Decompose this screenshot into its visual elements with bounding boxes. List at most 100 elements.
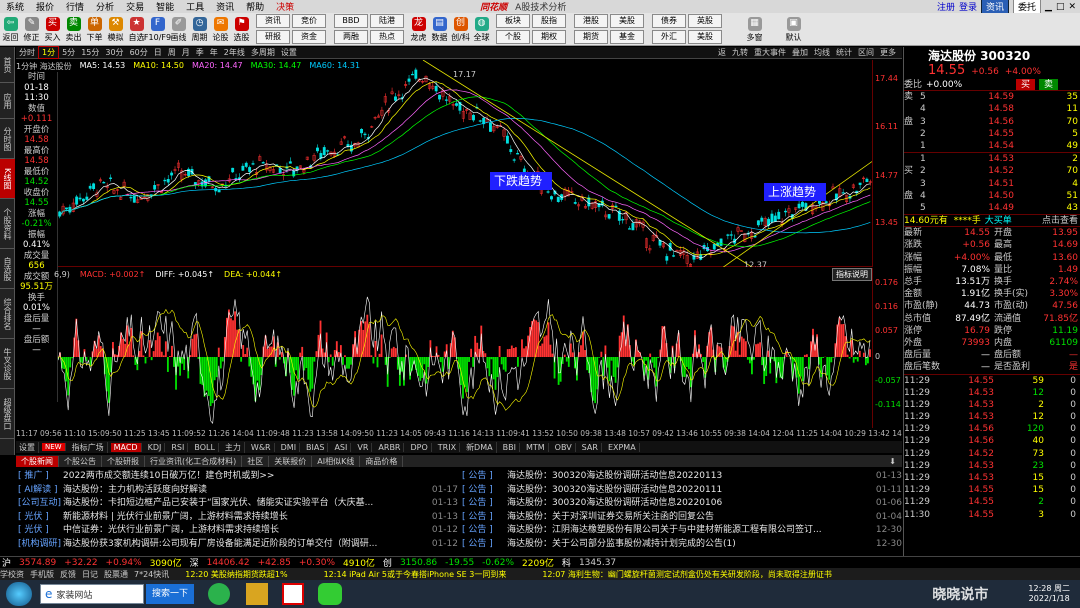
- more-tool[interactable]: 更多: [880, 47, 896, 58]
- nav-diagnose[interactable]: 牛叉诊股: [0, 339, 15, 389]
- index-item[interactable]: +32.22: [64, 558, 97, 568]
- futures-link[interactable]: 期货: [574, 30, 608, 44]
- period-15min[interactable]: 15分: [78, 47, 102, 58]
- index-item[interactable]: +42.85: [258, 558, 291, 568]
- news-tab[interactable]: 个股新闻: [16, 455, 59, 467]
- news-row[interactable]: [ 光伏 ] 中信证券：光伏行业前景广阔，上游材料需求持续增长 01-12: [18, 524, 458, 538]
- period-month[interactable]: 月: [179, 47, 193, 58]
- cycle-button[interactable]: ◷ 周期: [189, 16, 210, 42]
- period-settings[interactable]: 设置: [278, 47, 300, 58]
- ticker-feedback[interactable]: 反馈: [60, 569, 76, 580]
- bid-row[interactable]: 3 14.51 4: [904, 178, 1080, 190]
- news-tab[interactable]: AI相似K线: [312, 455, 361, 467]
- news-row[interactable]: [公司互动] 海达股份：卡扣短边框产品已安装于“国家光伏、储能实证实验平台（大庆基…: [18, 497, 458, 511]
- ask-row[interactable]: 卖 5 14.59 35: [904, 91, 1080, 103]
- register-link[interactable]: 注册: [937, 0, 955, 13]
- period-1min[interactable]: 1分: [38, 46, 60, 59]
- indicator-tab[interactable]: ARBR: [375, 442, 405, 452]
- info-link[interactable]: 资讯: [256, 14, 290, 28]
- indicator-tab[interactable]: MACD: [110, 442, 142, 452]
- index-item[interactable]: +0.94%: [106, 558, 142, 568]
- hot-link[interactable]: 热点: [370, 30, 404, 44]
- nav-home[interactable]: 首页: [0, 47, 15, 83]
- usstock2-link[interactable]: 美股: [688, 30, 722, 44]
- bid-row[interactable]: 盘 4 14.50 51: [904, 190, 1080, 202]
- close-icon[interactable]: ✕: [1068, 2, 1076, 12]
- indicator-tab[interactable]: KDJ: [145, 442, 166, 452]
- period-30min[interactable]: 30分: [102, 47, 126, 58]
- wechat-icon[interactable]: [318, 583, 342, 605]
- ask-row[interactable]: 2 14.55 5: [904, 128, 1080, 140]
- menu-system[interactable]: 系统: [0, 0, 30, 13]
- ticker-mobile[interactable]: 手机版: [30, 569, 54, 580]
- index-item[interactable]: -19.55: [445, 558, 474, 568]
- ticker-news-3[interactable]: 12:07 海利生物：幽门螺旋杆菌测定试剂盒仍处有关研发阶段，尚未取得注册证书: [542, 569, 832, 580]
- ticker-stocktong[interactable]: 股票通: [104, 569, 128, 580]
- period-quarter[interactable]: 季: [193, 47, 207, 58]
- indicator-tab[interactable]: NEW: [42, 443, 66, 451]
- download-icon[interactable]: ⬇: [889, 457, 902, 466]
- bid-row[interactable]: 5 14.49 43: [904, 202, 1080, 214]
- stat-tool[interactable]: 统计: [836, 47, 852, 58]
- multiwindow-button[interactable]: ▦ 多窗: [744, 16, 765, 42]
- margin-link[interactable]: 两融: [334, 30, 368, 44]
- startup-button[interactable]: 创创/科: [450, 16, 471, 42]
- index-item[interactable]: 3150.86: [400, 558, 437, 568]
- ticker-news-2[interactable]: 12:14 iPad Air 5或于今春搭iPhone SE 3一同到来: [324, 569, 507, 580]
- indicator-tab[interactable]: 主力: [222, 441, 245, 453]
- menu-info[interactable]: 资讯: [210, 0, 240, 13]
- indicator-tab[interactable]: DMI: [278, 442, 301, 452]
- menu-analysis[interactable]: 分析: [90, 0, 120, 13]
- menu-help[interactable]: 帮助: [240, 0, 270, 13]
- news-row[interactable]: [ 公告 ] 海达股份：300320海达股份调研活动信息20220113 01-13: [462, 470, 902, 484]
- period-week[interactable]: 周: [165, 47, 179, 58]
- index-link[interactable]: 股指: [532, 14, 566, 28]
- nav-ranking[interactable]: 综合排名: [0, 289, 15, 339]
- range-tool[interactable]: 区间: [858, 47, 874, 58]
- option-link[interactable]: 期权: [532, 30, 566, 44]
- indicator-help-button[interactable]: 指标说明: [832, 268, 872, 281]
- big-order-row[interactable]: 14.60元有 ****手 大买单 点击查看: [904, 215, 1080, 228]
- indicator-tab[interactable]: OBV: [552, 442, 576, 452]
- ths-app-icon[interactable]: [282, 583, 304, 605]
- ma-tool[interactable]: 均线: [814, 47, 830, 58]
- macd-chart[interactable]: [57, 281, 872, 427]
- ticker-school[interactable]: 学校资: [0, 569, 24, 580]
- maximize-icon[interactable]: □: [1056, 2, 1065, 12]
- nav-profile[interactable]: 个股资料: [0, 199, 15, 249]
- hk-link[interactable]: 陆港: [370, 14, 404, 28]
- indicator-tab[interactable]: VR: [354, 442, 373, 452]
- auction-link[interactable]: 竞价: [292, 14, 326, 28]
- draw-button[interactable]: ✐ 画线: [168, 16, 189, 42]
- indicator-tab[interactable]: BIAS: [303, 442, 329, 452]
- indicator-tab[interactable]: SAR: [579, 442, 602, 452]
- news-row[interactable]: [ 公告 ] 海达股份：300320海达股份调研活动信息20220111 01-11: [462, 484, 902, 498]
- nav-watchlist[interactable]: 自选股: [0, 249, 15, 289]
- nine-tool[interactable]: 九转: [732, 47, 748, 58]
- menu-tools[interactable]: 工具: [180, 0, 210, 13]
- return-tool[interactable]: 返: [718, 47, 726, 58]
- news-row[interactable]: [ 公告 ] 海达股份：关于对深圳证券交易所关注函的回复公告 01-04: [462, 511, 902, 525]
- news-row[interactable]: [ 公告 ] 海达股份：江阴海达橡塑股份有限公司关于与中建材新能源工程有限公司签订…: [462, 524, 902, 538]
- index-item[interactable]: 14406.42: [207, 558, 250, 568]
- news-tab[interactable]: 社区: [242, 455, 270, 467]
- ukstock-link[interactable]: 英股: [688, 14, 722, 28]
- fx-link[interactable]: 外汇: [652, 30, 686, 44]
- period-multi[interactable]: 多周期: [248, 47, 278, 58]
- info-tab-button[interactable]: 资讯: [980, 0, 1009, 14]
- fund-link[interactable]: 资金: [292, 30, 326, 44]
- simulate-button[interactable]: ⚒ 模拟: [105, 16, 126, 42]
- news-tab[interactable]: 行业资讯(化工合成材料): [145, 455, 243, 467]
- index-item[interactable]: 3574.89: [19, 558, 56, 568]
- bond-link[interactable]: 债券: [652, 14, 686, 28]
- nav-kline[interactable]: K线图: [0, 159, 15, 199]
- order-button[interactable]: 单下单: [84, 16, 105, 42]
- hkstock-link[interactable]: 港股: [574, 14, 608, 28]
- news-row[interactable]: [机构调研] 海达股份获3家机构调研:公司现有厂房设备能满足近阶段的订单交付（附调…: [18, 538, 458, 552]
- fix-button[interactable]: ✎ 修正: [21, 16, 42, 42]
- bid-row[interactable]: 1 14.53 2: [904, 153, 1080, 165]
- news-row[interactable]: [ 光伏 ] 新能源材料 | 光伏行业前景广阔，上游材料需求持续增长 01-13: [18, 511, 458, 525]
- bbd-link[interactable]: BBD: [334, 14, 368, 28]
- global-button[interactable]: ◍ 全球: [471, 16, 492, 42]
- back-button[interactable]: ⇦ 返回: [0, 16, 21, 42]
